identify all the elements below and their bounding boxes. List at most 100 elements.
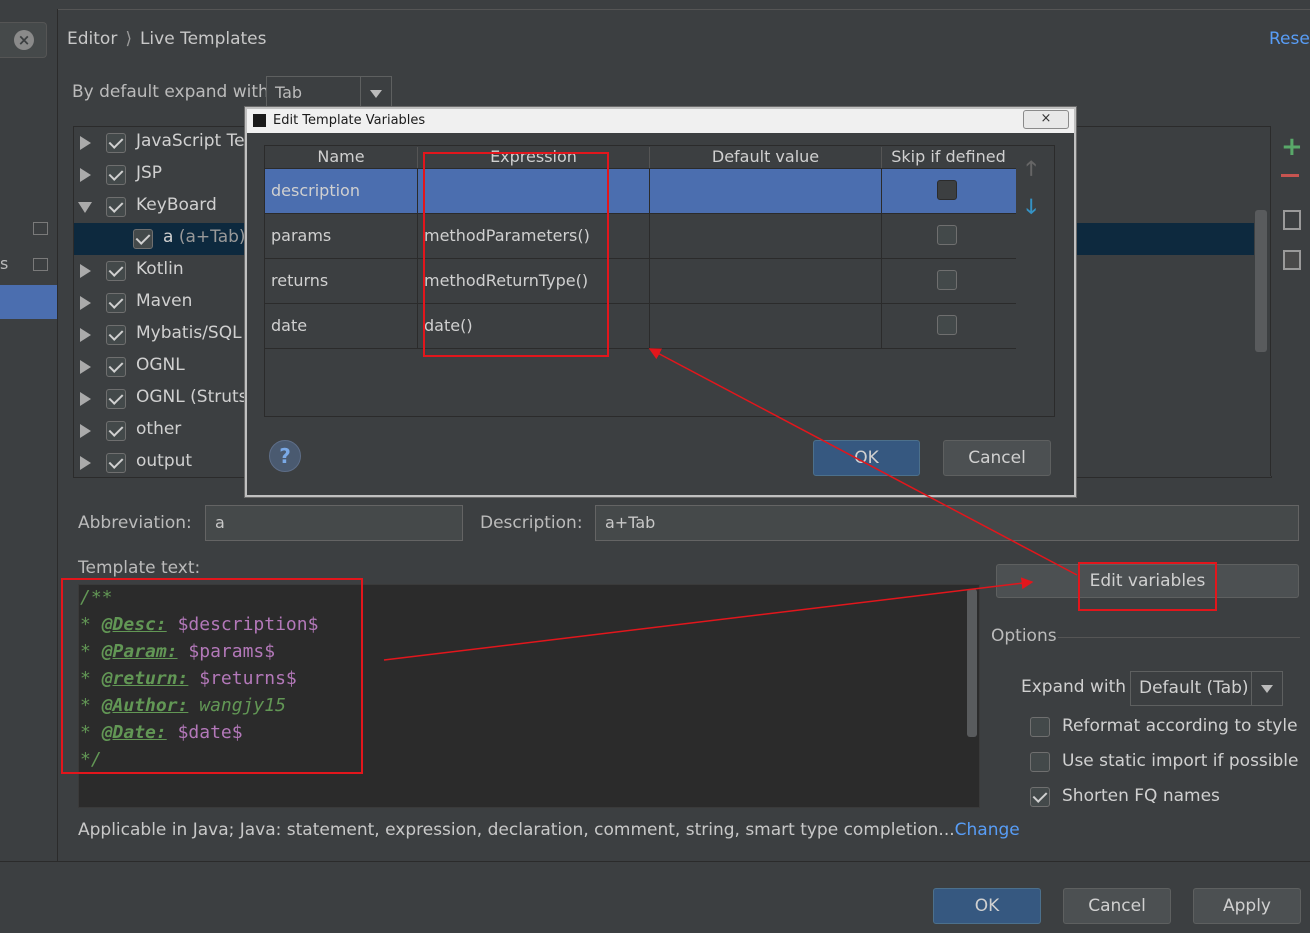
template-text-label: Template text: xyxy=(78,558,201,578)
dropdown-arrow[interactable] xyxy=(360,77,391,109)
expand-triangle-open-icon[interactable] xyxy=(78,202,92,213)
default-expand-label: By default expand with xyxy=(72,82,269,102)
skip-if-defined-checkbox[interactable] xyxy=(937,180,957,200)
options-title: Options xyxy=(991,626,1057,646)
variable-default-cell[interactable] xyxy=(650,214,882,258)
abbreviation-input[interactable]: a xyxy=(205,505,463,541)
expand-triangle-icon[interactable] xyxy=(80,424,91,438)
dropdown-arrow[interactable] xyxy=(1251,672,1282,705)
tree-item-label: Maven xyxy=(136,291,193,311)
tree-scrollbar[interactable] xyxy=(1255,210,1267,352)
tree-item-checkbox[interactable] xyxy=(106,325,126,345)
tree-item-checkbox[interactable] xyxy=(106,421,126,441)
dialog-close-button[interactable]: × xyxy=(1023,110,1069,129)
move-down-icon[interactable]: 🡓 xyxy=(1026,192,1036,226)
remove-icon[interactable] xyxy=(1281,174,1299,177)
expand-triangle-icon[interactable] xyxy=(80,456,91,470)
left-pane-selected-item[interactable] xyxy=(0,285,57,319)
option-label[interactable]: Reformat according to style xyxy=(1062,716,1298,736)
restore-icon[interactable] xyxy=(1283,250,1301,270)
dialog-cancel-button[interactable]: Cancel xyxy=(943,440,1051,476)
tree-item-checkbox[interactable] xyxy=(106,293,126,313)
tree-item-checkbox[interactable] xyxy=(106,389,126,409)
dialog-titlebar[interactable]: Edit Template Variables xyxy=(247,109,1074,133)
options-divider xyxy=(1058,637,1300,638)
tree-item-abbrev-hint: (a+Tab) xyxy=(173,227,246,247)
expand-triangle-icon[interactable] xyxy=(80,264,91,278)
breadcrumb-live-templates: Live Templates xyxy=(139,29,267,49)
variable-row[interactable]: date date() xyxy=(265,304,1016,349)
row-move-toolbar: 🡑 🡓 xyxy=(1016,145,1055,417)
variable-skip-cell xyxy=(882,259,1016,303)
skip-if-defined-checkbox[interactable] xyxy=(937,315,957,335)
breadcrumb: Editor ⟩ Live Templates xyxy=(67,29,267,49)
expand-triangle-icon[interactable] xyxy=(80,168,91,182)
variable-name-cell[interactable]: date xyxy=(265,304,418,348)
breadcrumb-separator-icon: ⟩ xyxy=(125,29,132,49)
column-header-default-value[interactable]: Default value xyxy=(650,147,882,168)
dialog-ok-button[interactable]: OK xyxy=(813,440,920,476)
option-label[interactable]: Use static import if possible xyxy=(1062,751,1299,771)
variable-default-cell[interactable] xyxy=(650,304,882,348)
tree-item-checkbox[interactable] xyxy=(106,357,126,377)
column-header-name[interactable]: Name xyxy=(265,147,418,168)
breadcrumb-editor[interactable]: Editor xyxy=(67,29,117,49)
skip-if-defined-checkbox[interactable] xyxy=(937,270,957,290)
variable-name-cell[interactable]: params xyxy=(265,214,418,258)
expand-triangle-icon[interactable] xyxy=(80,296,91,310)
tree-item-checkbox[interactable] xyxy=(106,453,126,473)
apply-button[interactable]: Apply xyxy=(1193,888,1301,924)
annotation-box-template-text xyxy=(61,578,363,774)
chevron-down-icon xyxy=(370,90,382,98)
help-icon[interactable]: ? xyxy=(269,440,301,472)
tree-item-checkbox[interactable] xyxy=(106,165,126,185)
tree-item-label: other xyxy=(136,419,182,439)
option-label[interactable]: Shorten FQ names xyxy=(1062,786,1220,806)
expand-triangle-icon[interactable] xyxy=(80,360,91,374)
annotation-box-expression xyxy=(423,152,609,357)
expand-triangle-icon[interactable] xyxy=(80,328,91,342)
variable-name-cell[interactable]: description xyxy=(265,169,418,213)
tree-item-label: OGNL (Struts xyxy=(136,387,248,407)
variable-name-cell-text: date xyxy=(271,316,308,335)
add-icon[interactable]: + xyxy=(1281,134,1303,160)
option-checkbox[interactable] xyxy=(1030,717,1050,737)
skip-if-defined-checkbox[interactable] xyxy=(937,225,957,245)
tree-item-label: OGNL xyxy=(136,355,185,375)
tree-item-label: KeyBoard xyxy=(136,195,217,215)
left-pane-fragment: s xyxy=(0,254,9,273)
tree-item-checkbox[interactable] xyxy=(106,261,126,281)
variable-name-cell-text: params xyxy=(271,226,332,245)
edit-template-variables-dialog: Edit Template Variables × Name Expressio… xyxy=(245,107,1076,497)
reset-link[interactable]: Reset xyxy=(1269,29,1310,49)
abbreviation-label: Abbreviation: xyxy=(78,513,192,533)
default-expand-select[interactable]: Tab xyxy=(266,76,392,110)
option-checkbox[interactable] xyxy=(1030,752,1050,772)
option-checkbox[interactable] xyxy=(1030,787,1050,807)
tree-item-checkbox[interactable] xyxy=(106,133,126,153)
tree-item-checkbox[interactable] xyxy=(133,229,153,249)
variable-row[interactable]: returns methodReturnType() xyxy=(265,259,1016,304)
intellij-logo-icon xyxy=(253,114,266,127)
change-context-link[interactable]: Change xyxy=(955,820,1020,840)
expand-with-select[interactable]: Default (Tab) xyxy=(1130,671,1283,706)
ok-button[interactable]: OK xyxy=(933,888,1041,924)
variable-row[interactable]: params methodParameters() xyxy=(265,214,1016,259)
description-input[interactable]: a+Tab xyxy=(595,505,1299,541)
move-up-icon[interactable]: 🡑 xyxy=(1026,154,1036,188)
expand-triangle-icon[interactable] xyxy=(80,136,91,150)
editor-scrollbar[interactable] xyxy=(967,589,977,737)
variable-name-cell[interactable]: returns xyxy=(265,259,418,303)
tree-item-label: output xyxy=(136,451,193,471)
variables-table-header: Name Expression Default value Skip if de… xyxy=(265,146,1016,169)
clear-search-button[interactable]: × xyxy=(0,22,47,58)
column-header-skip-if-defined[interactable]: Skip if defined xyxy=(882,147,1015,168)
cancel-button[interactable]: Cancel xyxy=(1063,888,1171,924)
expand-triangle-icon[interactable] xyxy=(80,392,91,406)
variable-row[interactable]: description xyxy=(265,169,1016,214)
variable-default-cell[interactable] xyxy=(650,169,882,213)
tree-item-checkbox[interactable] xyxy=(106,197,126,217)
variable-skip-cell xyxy=(882,214,1016,258)
duplicate-icon[interactable] xyxy=(1283,210,1301,230)
variable-default-cell[interactable] xyxy=(650,259,882,303)
